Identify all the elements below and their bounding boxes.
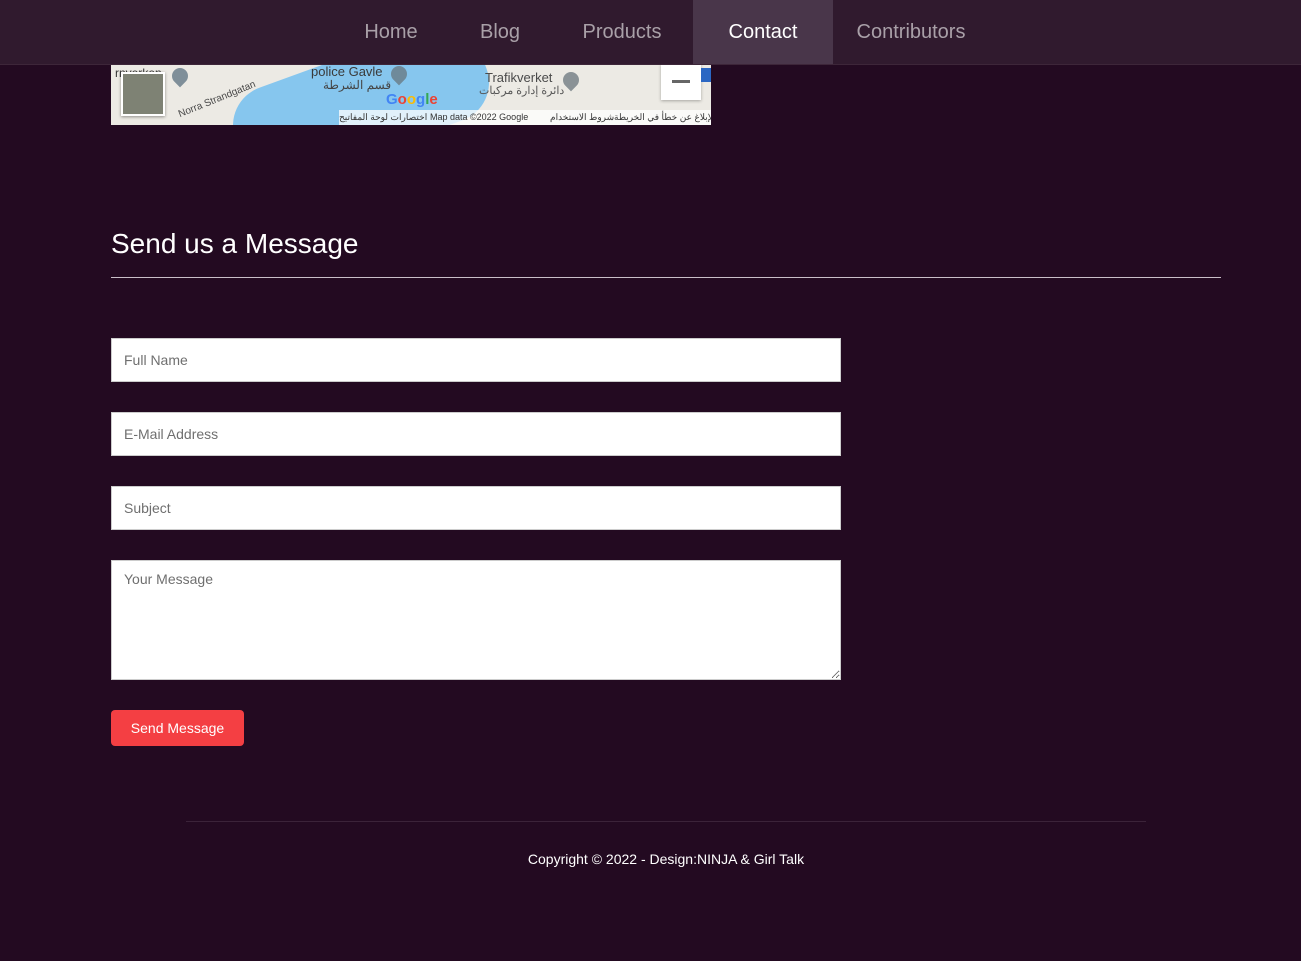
map-label-police-ar: قسم الشرطة (323, 78, 392, 92)
map-pin-icon (168, 64, 192, 88)
map-label-trafikverket-ar: دائرة إدارة مركبات (479, 85, 565, 97)
map-label-police: police Gavle (311, 64, 383, 79)
heading-divider (111, 277, 1221, 278)
nav-contact-link[interactable]: Contact (693, 0, 833, 64)
map-terms-link[interactable]: شروط الاستخدام (550, 112, 614, 123)
contact-heading: Send us a Message (111, 228, 359, 259)
footer-divider (186, 821, 1146, 822)
map-data-attribution: Map data ©2022 Google (430, 112, 529, 122)
embedded-map[interactable]: rnverken Norra Strandgatan police Gavle … (111, 64, 711, 125)
minus-icon (672, 80, 690, 83)
transit-icon (701, 68, 711, 82)
nav-products-link[interactable]: Products (560, 0, 684, 64)
message-textarea[interactable] (111, 560, 841, 680)
email-input[interactable] (111, 412, 841, 456)
google-logo: Google (386, 91, 438, 108)
nav-blog-link[interactable]: Blog (458, 0, 542, 64)
satellite-view-toggle[interactable] (121, 72, 165, 116)
map-report-error-link[interactable]: الإبلاغ عن خطأ في الخريطة (614, 112, 711, 123)
subject-input[interactable] (111, 486, 841, 530)
map-keyboard-shortcuts-link[interactable]: اختصارات لوحة المفاتيح (339, 112, 427, 123)
nav-contributors-link[interactable]: Contributors (843, 0, 979, 64)
copyright-text: Copyright © 2022 - Design:NINJA & Girl T… (527, 851, 805, 867)
zoom-out-button[interactable] (661, 64, 701, 100)
send-message-button[interactable]: Send Message (111, 710, 244, 746)
nav-home-link[interactable]: Home (342, 0, 440, 64)
map-attribution-bar: اختصارات لوحة المفاتيح Map data ©2022 Go… (339, 110, 711, 125)
full-name-input[interactable] (111, 338, 841, 382)
map-label-trafikverket: Trafikverket (485, 70, 553, 85)
top-navbar: Home Blog Products Contact Contributors (0, 0, 1301, 65)
